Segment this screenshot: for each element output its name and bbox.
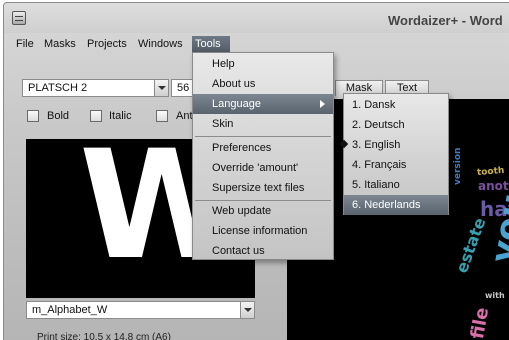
mask-select[interactable]: m_Alphabet_W (26, 301, 255, 319)
menu-item-override-amount[interactable]: Override 'amount' (193, 158, 333, 178)
menu-separator (195, 136, 331, 137)
tools-menu: Help About us Language Skin Preferences … (192, 52, 334, 260)
font-name-value: PLATSCH 2 (28, 82, 88, 94)
submenu-arrow-icon (320, 100, 325, 108)
menu-item-contact-us[interactable]: Contact us (193, 241, 333, 261)
cloud-word: estate (452, 215, 490, 276)
bold-label: Bold (47, 110, 70, 122)
menu-item-language-label: Language (212, 98, 261, 110)
menu-bar: File Masks Projects Windows Tools (4, 33, 509, 53)
menu-item-preferences[interactable]: Preferences (193, 138, 333, 158)
cloud-word: file (467, 305, 494, 340)
cloud-word: version (453, 147, 463, 185)
menu-item-license-information[interactable]: License information (193, 221, 333, 241)
cloud-word: with (485, 291, 505, 300)
language-item-dansk[interactable]: 1. Dansk (344, 95, 448, 115)
cloud-word: anoth (478, 179, 509, 193)
menu-projects[interactable]: Projects (84, 36, 130, 52)
menu-file[interactable]: File (13, 36, 37, 52)
language-item-nederlands[interactable]: 6. Nederlands (344, 195, 448, 215)
menu-item-language[interactable]: Language (193, 94, 333, 114)
app-window: Wordaizer+ - Word File Masks Projects Wi… (3, 2, 509, 340)
menu-item-supersize-text-files[interactable]: Supersize text files (193, 178, 333, 198)
mask-select-value: m_Alphabet_W (32, 304, 108, 316)
menu-item-web-update[interactable]: Web update (193, 201, 333, 221)
chevron-down-icon[interactable] (154, 80, 168, 96)
bold-checkbox[interactable] (27, 110, 39, 122)
language-item-italiano[interactable]: 5. Italiano (344, 175, 448, 195)
language-submenu: 1. Dansk 2. Deutsch 3. English 4. França… (339, 93, 449, 215)
menu-item-help[interactable]: Help (193, 54, 333, 74)
print-size-status: Print size: 10,5 x 14,8 cm (A6) (37, 332, 171, 340)
menu-masks[interactable]: Masks (41, 36, 79, 52)
menu-item-about-us[interactable]: About us (193, 74, 333, 94)
language-item-english[interactable]: 3. English (339, 135, 448, 155)
font-size-value: 56 (177, 82, 190, 94)
menu-item-skin[interactable]: Skin (193, 114, 333, 134)
chevron-down-icon[interactable] (240, 302, 254, 318)
language-item-english-label: 3. English (352, 139, 401, 151)
language-item-francais[interactable]: 4. Français (344, 155, 448, 175)
cloud-word: tooth (476, 165, 505, 179)
language-item-deutsch[interactable]: 2. Deutsch (344, 115, 448, 135)
menu-tools[interactable]: Tools (192, 36, 230, 52)
font-name-select[interactable]: PLATSCH 2 (22, 79, 169, 97)
system-menu-icon[interactable] (12, 11, 26, 25)
title-bar: Wordaizer+ - Word (4, 3, 509, 33)
window-title: Wordaizer+ - Word (388, 13, 503, 28)
menu-windows[interactable]: Windows (135, 36, 186, 52)
